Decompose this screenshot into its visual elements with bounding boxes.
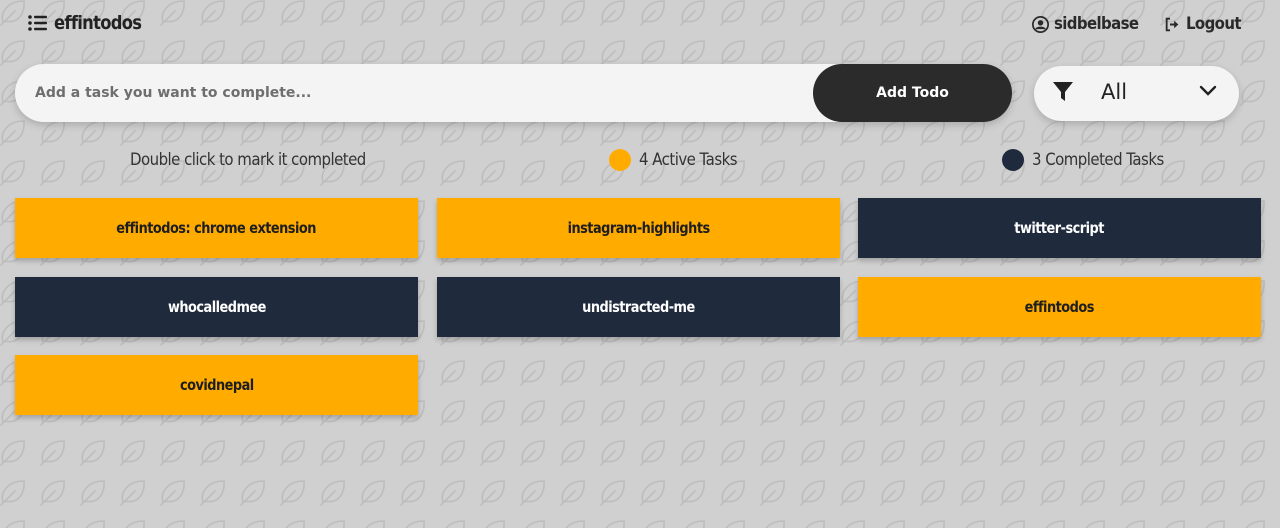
filter-dropdown[interactable]: All — [1034, 66, 1239, 121]
hint: Double click to mark it completed — [130, 148, 398, 172]
task-title: undistracted-me — [582, 298, 695, 316]
app-title: effintodos — [54, 12, 142, 34]
task-title: instagram-highlights — [567, 219, 710, 237]
task-card[interactable]: instagram-highlights — [437, 198, 840, 258]
sign-out-icon — [1165, 17, 1178, 31]
completed-count: 3 Completed Tasks — [1002, 148, 1182, 172]
active-count: 4 Active Tasks — [609, 148, 750, 172]
logout-label: Logout — [1185, 14, 1242, 34]
user-circle-icon — [1031, 15, 1049, 33]
active-count-text: 4 Active Tasks — [639, 150, 738, 170]
user-profile[interactable]: sidbelbase — [1031, 14, 1150, 34]
active-dot — [609, 149, 631, 171]
task-card[interactable]: effintodos: chrome extension — [15, 198, 418, 258]
task-card[interactable]: whocalledmee — [15, 277, 418, 337]
task-card[interactable]: undistracted-me — [437, 277, 840, 337]
user-bar: sidbelbase Logout — [1031, 14, 1248, 34]
task-card[interactable]: twitter-script — [858, 198, 1261, 258]
completed-count-text: 3 Completed Tasks — [1032, 150, 1164, 170]
hint-text: Double click to mark it completed — [130, 150, 366, 170]
task-card[interactable]: effintodos — [858, 277, 1261, 337]
add-task-form: Add Todo — [15, 64, 1012, 122]
logout-link[interactable]: Logout — [1164, 14, 1248, 34]
username: sidbelbase — [1053, 14, 1139, 34]
chevron-down-icon — [1199, 85, 1217, 96]
task-card[interactable]: covidnepal — [15, 355, 418, 415]
filter-value: All — [1101, 80, 1128, 104]
app-logo[interactable]: effintodos — [28, 12, 156, 34]
task-title: twitter-script — [1014, 219, 1105, 237]
filter-icon — [1053, 82, 1073, 101]
list-icon[interactable] — [28, 14, 48, 32]
add-todo-button[interactable]: Add Todo — [813, 64, 1012, 122]
task-title: whocalledmee — [167, 298, 266, 316]
task-title: effintodos: chrome extension — [116, 219, 317, 237]
completed-dot — [1002, 149, 1024, 171]
task-input[interactable] — [15, 64, 839, 122]
task-title: covidnepal — [179, 376, 254, 394]
task-title: effintodos — [1024, 298, 1095, 316]
